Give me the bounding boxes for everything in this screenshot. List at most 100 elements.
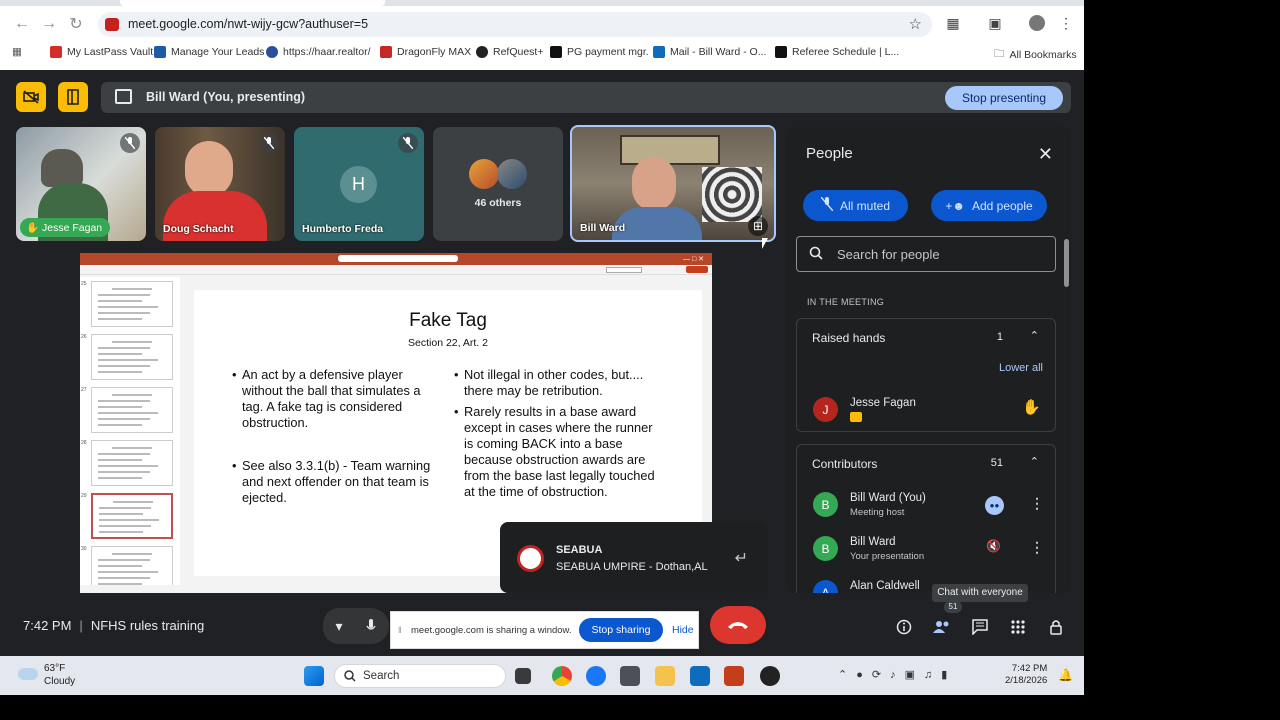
bookmark-lastpass[interactable]: My LastPass Vault [50, 46, 153, 58]
slide-thumbnail[interactable] [91, 493, 173, 539]
bookmark-haar[interactable]: https://haar.realtor/ [266, 46, 371, 58]
participant-tile-humberto[interactable]: H Humberto Freda [294, 127, 424, 241]
bookmark-referee[interactable]: Referee Schedule | L... [775, 46, 899, 58]
file-explorer-icon[interactable] [655, 666, 675, 686]
video-baseballs [702, 167, 762, 222]
info-icon[interactable] [893, 616, 915, 638]
others-tile[interactable]: 46 others [433, 127, 563, 241]
all-bookmarks[interactable]: 🗀 All Bookmarks [994, 46, 1077, 64]
facebook-icon[interactable] [586, 666, 606, 686]
bookmark-leads[interactable]: Manage Your Leads [154, 46, 264, 58]
host-controls-icon[interactable] [1045, 616, 1067, 638]
menu-icon[interactable]: ⋮ [1057, 14, 1075, 32]
slide-thumbnail[interactable] [91, 281, 173, 327]
thumbnail-text-line [98, 400, 150, 402]
taskbar-clock[interactable]: 7:42 PM 2/18/2026 [1005, 663, 1047, 687]
mic-off-icon [820, 196, 834, 214]
start-icon[interactable] [304, 666, 324, 686]
thumbnail-text-line [98, 318, 142, 320]
reply-icon[interactable]: ↵ [735, 548, 748, 568]
activities-icon[interactable] [1007, 616, 1029, 638]
task-view-icon[interactable] [515, 668, 531, 684]
drag-handle-icon[interactable]: ‖ [398, 625, 402, 635]
thumbnail-text-line [98, 471, 150, 473]
bookmark-mail[interactable]: Mail - Bill Ward - O... [653, 46, 766, 58]
outlook-icon[interactable] [690, 666, 710, 686]
slide-thumbnail[interactable] [91, 387, 173, 433]
more-options-icon[interactable]: ⋮ [1030, 495, 1044, 512]
panel-scrollbar[interactable] [1064, 239, 1069, 287]
close-icon[interactable]: ✕ [1038, 144, 1053, 165]
microphone-icon[interactable] [353, 608, 389, 644]
notification-title: SEABUA [556, 544, 603, 556]
participant-tile-jesse[interactable]: ✋ Jesse Fagan [16, 127, 146, 241]
bookmark-pg[interactable]: PG payment mgr. [550, 46, 649, 58]
forward-icon[interactable]: → [39, 14, 59, 34]
people-icon[interactable] [931, 616, 953, 638]
chevron-up-icon[interactable]: ⌃ [1030, 329, 1039, 342]
participant-name: Jesse Fagan [850, 397, 916, 409]
participant-tile-doug[interactable]: Doug Schacht [155, 127, 285, 241]
app-icon[interactable] [760, 666, 780, 686]
volume-off-icon[interactable]: 🔇 [986, 539, 1001, 553]
apps-icon[interactable]: ▦ [12, 46, 22, 58]
video-person [41, 149, 83, 187]
bookmark-refquest[interactable]: RefQuest+ [476, 46, 544, 58]
bookmark-dragonfly[interactable]: DragonFly MAX [380, 46, 471, 58]
weather-widget[interactable]: 63°F Cloudy [44, 662, 75, 688]
participant-name: Doug Schacht [163, 223, 234, 235]
camera-off-icon[interactable] [16, 82, 46, 112]
people-search-input[interactable]: Search for people [796, 236, 1056, 272]
powerpoint-icon[interactable] [724, 666, 744, 686]
hide-button[interactable]: Hide [672, 624, 694, 636]
taskbar-search[interactable]: Search [334, 664, 506, 688]
avatar: H [340, 166, 377, 203]
camera-icon[interactable] [620, 666, 640, 686]
crop-icon[interactable]: ⊞ [748, 216, 768, 236]
video-person [632, 157, 676, 211]
participant-name: Jesse Fagan [42, 222, 103, 234]
clock-date: 2/18/2026 [1005, 675, 1048, 686]
thumbnail-text-line [98, 300, 142, 302]
chat-icon[interactable] [969, 616, 991, 638]
chevron-up-icon[interactable]: ⌃ [1030, 455, 1039, 468]
cast-icon[interactable]: ▣ [986, 14, 1004, 32]
all-muted-button[interactable]: All muted [803, 190, 908, 221]
temperature: 63°F [44, 663, 66, 674]
bookmark-label: PG payment mgr. [567, 46, 649, 58]
bookmark-label: https://haar.realtor/ [283, 46, 371, 58]
thumbnail-text-line [98, 465, 158, 467]
back-icon[interactable]: ← [12, 14, 32, 34]
thumbnail-text-line [98, 477, 142, 479]
participant-tile-bill[interactable]: Bill Ward ⊞ [570, 125, 776, 242]
add-people-button[interactable]: +☻ Add people [931, 190, 1047, 221]
system-tray-icons[interactable]: ⌃●⟳♪▣♫▮ [838, 668, 956, 681]
chrome-icon[interactable] [552, 666, 572, 686]
reload-icon[interactable]: ↻ [66, 14, 86, 34]
stop-sharing-button[interactable]: Stop sharing [579, 618, 663, 642]
extensions-icon[interactable]: ▦ [944, 14, 962, 32]
bookmark-star-icon[interactable]: ☆ [909, 15, 922, 33]
notification-bell-icon[interactable]: 🔔 [1058, 668, 1073, 682]
raised-hand-icon[interactable]: ✋ [1022, 398, 1041, 416]
lower-all-button[interactable]: Lower all [999, 362, 1043, 374]
slide-thumbnail[interactable] [91, 334, 173, 380]
more-options-icon[interactable]: ⋮ [1030, 539, 1044, 556]
thumbnail-text-line [98, 406, 142, 408]
avatar: A [813, 580, 838, 593]
audio-options-icon[interactable]: ▾ [323, 608, 355, 644]
present-screen-icon [115, 89, 132, 104]
slide-thumbnail[interactable] [91, 440, 173, 486]
leave-call-button[interactable] [710, 606, 766, 644]
thumbnail-text-line [98, 412, 158, 414]
layout-icon[interactable] [58, 82, 88, 112]
participant-name: Bill Ward (You) [850, 492, 926, 504]
message-notification[interactable]: SEABUA SEABUA UMPIRE - Dothan,AL ↵ [500, 522, 768, 593]
address-bar[interactable]: meet.google.com/nwt-wijy-gcw?authuser=5 … [98, 12, 932, 37]
slide-bullet: An act by a defensive player without the… [232, 367, 438, 431]
bookmarks-bar: ▦ My LastPass Vault Manage Your Leads ht… [0, 42, 1084, 66]
profile-avatar[interactable] [1028, 14, 1046, 32]
slide-number: 29 [81, 493, 87, 499]
stop-presenting-button[interactable]: Stop presenting [945, 86, 1063, 110]
active-tab[interactable] [120, 0, 385, 6]
